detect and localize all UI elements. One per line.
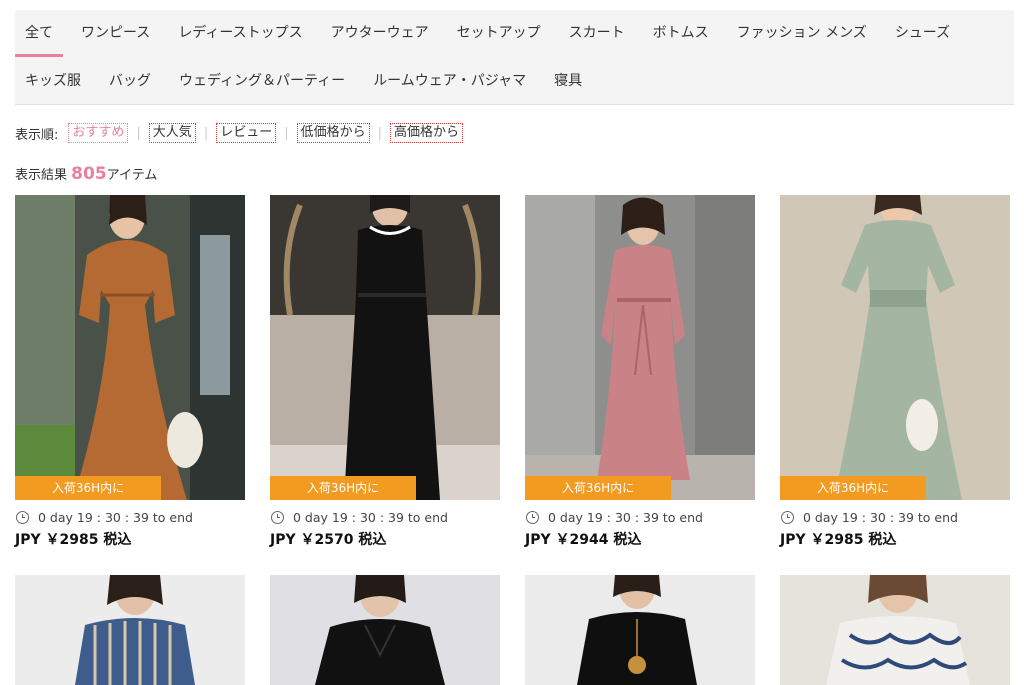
product-price: JPY ￥2570 税込 (270, 532, 387, 548)
category-nav: 全て ワンピース レディーストップス アウターウェア セットアップ スカート ボ… (15, 10, 1014, 105)
category-outerwear[interactable]: アウターウェア (321, 10, 439, 56)
sort-divider: | (136, 125, 141, 141)
clock-icon (16, 510, 29, 524)
product-image[interactable]: 入荷36H内に (15, 195, 245, 500)
category-onepiece[interactable]: ワンピース (71, 10, 160, 56)
countdown-text: 0 day 19 : 30 : 39 to end (803, 509, 958, 525)
product-image[interactable] (525, 575, 755, 685)
category-setup[interactable]: セットアップ (447, 10, 551, 56)
sort-divider: | (203, 125, 209, 141)
category-kids[interactable]: キッズ服 (15, 58, 91, 104)
category-wedding[interactable]: ウェディング＆パーティー (169, 58, 355, 104)
dress-photo-icon (15, 195, 245, 500)
dress-photo-icon (525, 575, 755, 685)
countdown-text: 0 day 19 : 30 : 39 to end (38, 509, 193, 525)
arrival-badge: 入荷36H内に (270, 476, 416, 500)
product-image[interactable]: 入荷36H内に (525, 195, 755, 500)
clock-icon (781, 510, 794, 524)
clock-icon (526, 510, 539, 524)
result-prefix: 表示結果 (15, 168, 68, 183)
sort-label: 表示順: (15, 127, 59, 143)
category-mens[interactable]: ファッション メンズ (727, 10, 877, 56)
countdown-timer: 0 day 19 : 30 : 39 to end (270, 509, 500, 525)
dress-photo-icon (780, 575, 1010, 685)
sort-divider: | (284, 125, 289, 141)
category-roomwear[interactable]: ルームウェア・パジャマ (363, 58, 536, 104)
product-price: JPY ￥2944 税込 (525, 532, 642, 548)
result-number: 805 (71, 164, 107, 184)
dress-photo-icon (270, 575, 500, 685)
product-card[interactable]: 入荷36H内に 0 day 19 : 30 : 39 to end JPY ￥2… (780, 195, 1010, 549)
countdown-timer: 0 day 19 : 30 : 39 to end (15, 509, 245, 525)
category-shoes[interactable]: シューズ (885, 10, 960, 56)
product-card[interactable]: 入荷36H内に 0 day 19 : 30 : 39 to end JPY ￥2… (15, 195, 245, 549)
product-image[interactable]: 入荷36H内に (270, 195, 500, 500)
product-image[interactable] (780, 575, 1010, 685)
category-bags[interactable]: バッグ (99, 58, 161, 104)
dress-photo-icon (270, 195, 500, 500)
category-row-1: 全て ワンピース レディーストップス アウターウェア セットアップ スカート ボ… (15, 10, 968, 57)
arrival-badge: 入荷36H内に (780, 476, 926, 500)
product-image[interactable] (15, 575, 245, 685)
result-count: 表示結果 805アイテム (15, 164, 157, 184)
product-card[interactable]: 入荷36H内に 0 day 19 : 30 : 39 to end JPY ￥2… (270, 195, 500, 549)
category-ladies-tops[interactable]: レディーストップス (168, 10, 312, 56)
category-bottoms[interactable]: ボトムス (643, 10, 719, 56)
countdown-timer: 0 day 19 : 30 : 39 to end (780, 509, 1010, 525)
dress-photo-icon (15, 575, 245, 685)
category-bedding[interactable]: 寝具 (544, 58, 592, 104)
arrival-badge: 入荷36H内に (525, 476, 671, 500)
clock-icon (271, 510, 284, 524)
sort-divider: | (377, 125, 383, 141)
dress-photo-icon (780, 195, 1010, 500)
product-image[interactable]: 入荷36H内に (780, 195, 1010, 500)
arrival-badge: 入荷36H内に (15, 476, 161, 500)
countdown-text: 0 day 19 : 30 : 39 to end (548, 509, 703, 525)
sort-review[interactable]: レビュー (216, 123, 277, 143)
countdown-timer: 0 day 19 : 30 : 39 to end (525, 509, 755, 525)
dress-photo-icon (525, 195, 755, 500)
sort-recommended[interactable]: おすすめ (68, 123, 129, 143)
product-price: JPY ￥2985 税込 (780, 532, 897, 548)
category-skirt[interactable]: スカート (559, 10, 635, 56)
countdown-text: 0 day 19 : 30 : 39 to end (293, 509, 448, 525)
product-image[interactable] (270, 575, 500, 685)
product-card[interactable]: 入荷36H内に 0 day 19 : 30 : 39 to end JPY ￥2… (525, 195, 755, 549)
sort-bar: 表示順: おすすめ | 大人気 | レビュー | 低価格から | 高価格から (15, 122, 464, 144)
sort-price-low[interactable]: 低価格から (296, 123, 370, 143)
sort-price-high[interactable]: 高価格から (390, 123, 464, 143)
product-price: JPY ￥2985 税込 (15, 532, 132, 548)
category-row-2: キッズ服 バッグ ウェディング＆パーティー ルームウェア・パジャマ 寝具 (15, 58, 600, 104)
sort-popular[interactable]: 大人気 (148, 123, 196, 143)
category-all[interactable]: 全て (15, 10, 63, 57)
result-suffix: アイテム (106, 168, 158, 183)
